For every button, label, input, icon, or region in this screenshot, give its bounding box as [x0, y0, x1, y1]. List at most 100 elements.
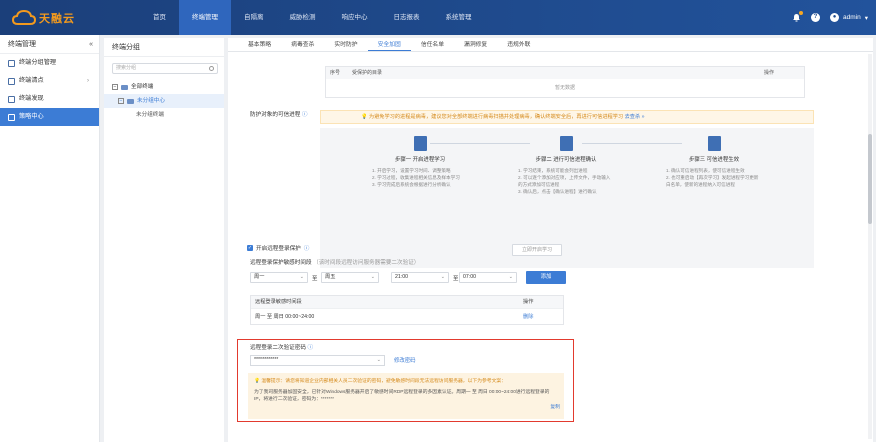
- tree-node-ungrouped-endpoints[interactable]: 未分组终端: [104, 108, 224, 122]
- info-icon[interactable]: ⓘ: [308, 345, 314, 351]
- step-one: 步骤一 开启进程学习 1. 开启学习，设置学习时间、调整策略 2. 学习过程，收…: [350, 136, 490, 188]
- collapse-toggle-icon[interactable]: −: [118, 98, 124, 104]
- sidebar-item-discovery[interactable]: 终端发现: [0, 90, 99, 108]
- step-title: 步骤三 可信进程生效: [688, 157, 739, 163]
- logo-text: 天融云: [39, 13, 75, 25]
- second-verify-label: 远程登录二次验证密码 ⓘ: [250, 343, 313, 351]
- modify-password-link[interactable]: 修改密码: [394, 356, 416, 364]
- bell-icon[interactable]: [792, 11, 804, 22]
- sidebar-item-label: 终端清点: [19, 77, 44, 84]
- notification-dot: [799, 11, 804, 15]
- help-icon[interactable]: ?: [811, 13, 821, 22]
- nav-isolation[interactable]: 自隔离: [231, 0, 277, 35]
- search-icon[interactable]: [209, 66, 214, 71]
- from-day-select[interactable]: 周一 ⌄: [250, 272, 308, 283]
- step-title: 步骤二 进行可信进程确认: [535, 157, 597, 163]
- folder-icon: [127, 98, 134, 104]
- password-field[interactable]: ************ ⌄: [250, 355, 385, 366]
- tab-vuln-fix[interactable]: 漏洞修复: [454, 38, 497, 51]
- to-time-value: 07:00: [463, 274, 476, 280]
- chevron-down-icon: ⌄: [440, 274, 445, 280]
- tab-realtime-protection[interactable]: 实时防护: [324, 38, 367, 51]
- step-two: 步骤二 进行可信进程确认 1. 学习结束，系统可能会列出进程 2. 可以逐个添加…: [496, 136, 636, 195]
- group-icon: [8, 59, 15, 67]
- sidebar-item-label: 终端分组管理: [19, 59, 57, 66]
- add-button[interactable]: 添加: [526, 271, 566, 284]
- chevron-right-icon: ›: [87, 78, 89, 84]
- policy-tabs: 基本策略 病毒查杀 实时防护 安全加固 信任名单 漏洞修复 违规外联: [228, 38, 873, 52]
- app-logo[interactable]: 天融云: [11, 7, 82, 29]
- sidebar-item-inventory[interactable]: 终端清点 ›: [0, 72, 99, 90]
- tab-basic-policy[interactable]: 基本策略: [238, 38, 281, 51]
- checkbox-checked-icon[interactable]: ✓: [247, 245, 253, 251]
- trusted-process-notice: 💡 为避免学习的进程是病毒，建议您对全部终端进行病毒扫描并处理病毒，确认终端安全…: [320, 110, 814, 124]
- group-panel: 终端分组 搜索分组 − 全部终端 − 未分组中心 未分组终端: [104, 38, 224, 442]
- cloud-logo-icon: [11, 9, 37, 26]
- tab-virus-scan[interactable]: 病毒查杀: [281, 38, 324, 51]
- tab-security-hardening[interactable]: 安全加固: [367, 38, 411, 51]
- to-day-select[interactable]: 周五 ⌄: [321, 272, 379, 283]
- nav-endpoint-management[interactable]: 终端管理: [179, 0, 231, 35]
- scrollbar[interactable]: [868, 54, 872, 439]
- top-navigation-bar: 天融云 首页 终端管理 自隔离 威胁检测 响应中心 日志报表 系统管理 ? ● …: [0, 0, 876, 35]
- collapse-sidebar-icon[interactable]: «: [89, 35, 93, 54]
- tab-trust-list[interactable]: 信任名单: [411, 38, 454, 51]
- tab-violation-outbound[interactable]: 违规外联: [497, 38, 540, 51]
- tip-box: 💡 温馨提示：请您将知道企业内部相关人员二次验证的密码，避免敏感时间段无法远程访…: [248, 373, 564, 419]
- nav-log-reports[interactable]: 日志报表: [381, 0, 433, 35]
- second-verify-label-text: 远程登录二次验证密码: [250, 345, 306, 351]
- col-index: 序号: [330, 70, 341, 76]
- main-panel: 基本策略 病毒查杀 实时防护 安全加固 信任名单 漏洞修复 违规外联 序号 受保…: [228, 38, 873, 442]
- copy-link[interactable]: 复制: [550, 403, 560, 410]
- chevron-down-icon: ⌄: [299, 274, 304, 280]
- col-directory: 受保护的目录: [352, 70, 383, 76]
- col-action: 操作: [523, 299, 534, 305]
- protected-directory-table: 序号 受保护的目录 操作 暂无数据: [325, 66, 805, 98]
- inventory-icon: [8, 77, 15, 85]
- from-day-value: 周一: [254, 274, 265, 280]
- step-desc: 1. 确认可信进程列表，使可信进程生效 2. 也可重启动【再次学习】发起进程学习…: [666, 168, 759, 187]
- scan-link[interactable]: 去查杀 »: [625, 114, 645, 120]
- start-learning-button[interactable]: 立即开启学习: [512, 244, 562, 256]
- table-row: 周一 至 周日 00:00~24:00 删除: [251, 308, 563, 324]
- tip-body: 为了我司服务器加固安全，已针对Windows服务器开启了敏感时间RDP远程登录的…: [254, 390, 550, 402]
- scrollbar-thumb[interactable]: [868, 134, 872, 224]
- delete-link[interactable]: 删除: [523, 309, 563, 324]
- sidebar-item-group-management[interactable]: 终端分组管理: [0, 54, 99, 72]
- tree-node-ungrouped-center[interactable]: − 未分组中心: [104, 94, 224, 108]
- info-icon[interactable]: ⓘ: [304, 244, 310, 252]
- tree-node-label: 全部终端: [131, 84, 154, 90]
- tip-title: 💡 温馨提示：请您将知道企业内部相关人员二次验证的密码，避免敏感时间段无法远程访…: [254, 377, 506, 384]
- sidebar-item-policy-center[interactable]: 策略中心: [0, 108, 99, 126]
- main-nav: 首页 终端管理 自隔离 威胁检测 响应中心 日志报表 系统管理: [140, 0, 485, 35]
- user-menu[interactable]: ● admin ▾: [830, 13, 868, 22]
- col-period: 远程登录敏感时间段: [255, 299, 302, 305]
- folder-icon: [121, 84, 128, 90]
- tree-node-all[interactable]: − 全部终端: [104, 80, 224, 94]
- collapse-toggle-icon[interactable]: −: [112, 84, 118, 90]
- info-icon[interactable]: ⓘ: [302, 112, 308, 118]
- trusted-process-label-text: 防护对象的可信进程: [250, 112, 301, 118]
- to-label: 至: [453, 276, 459, 282]
- remote-login-checkbox[interactable]: ✓ 开启远程登录保护 ⓘ: [247, 244, 309, 252]
- group-search-input[interactable]: 搜索分组: [112, 63, 218, 74]
- step-title: 步骤一 开启进程学习: [394, 157, 445, 163]
- time-label-text: 远程登录保护敏感时间段: [250, 260, 312, 266]
- from-time-select[interactable]: 21:00 ⌄: [391, 272, 449, 283]
- nav-threat-detection[interactable]: 威胁检测: [277, 0, 329, 35]
- trusted-process-label: 防护对象的可信进程 ⓘ: [250, 110, 308, 118]
- nav-system-management[interactable]: 系统管理: [433, 0, 485, 35]
- step-desc: 1. 学习结束，系统可能会列出进程 2. 可以逐个添加对应项，上传文件，手动输入…: [518, 168, 611, 194]
- nav-home[interactable]: 首页: [140, 0, 179, 35]
- period-cell: 周一 至 周日 00:00~24:00: [255, 314, 315, 320]
- nav-response-center[interactable]: 响应中心: [329, 0, 381, 35]
- col-action: 操作: [764, 70, 775, 76]
- group-panel-title: 终端分组: [104, 38, 224, 57]
- sensitive-time-table: 远程登录敏感时间段 操作 周一 至 周日 00:00~24:00 删除: [250, 295, 564, 325]
- sidebar-title-text: 终端管理: [8, 41, 36, 48]
- password-value: ************: [254, 357, 279, 363]
- checkbox-label: 开启远程登录保护: [256, 246, 301, 252]
- to-time-select[interactable]: 07:00 ⌄: [459, 272, 517, 283]
- tree-node-label: 未分组中心: [137, 98, 165, 104]
- step-desc: 1. 开启学习，设置学习时间、调整策略 2. 学习过程，收集进程相关信息及样本学…: [372, 168, 460, 187]
